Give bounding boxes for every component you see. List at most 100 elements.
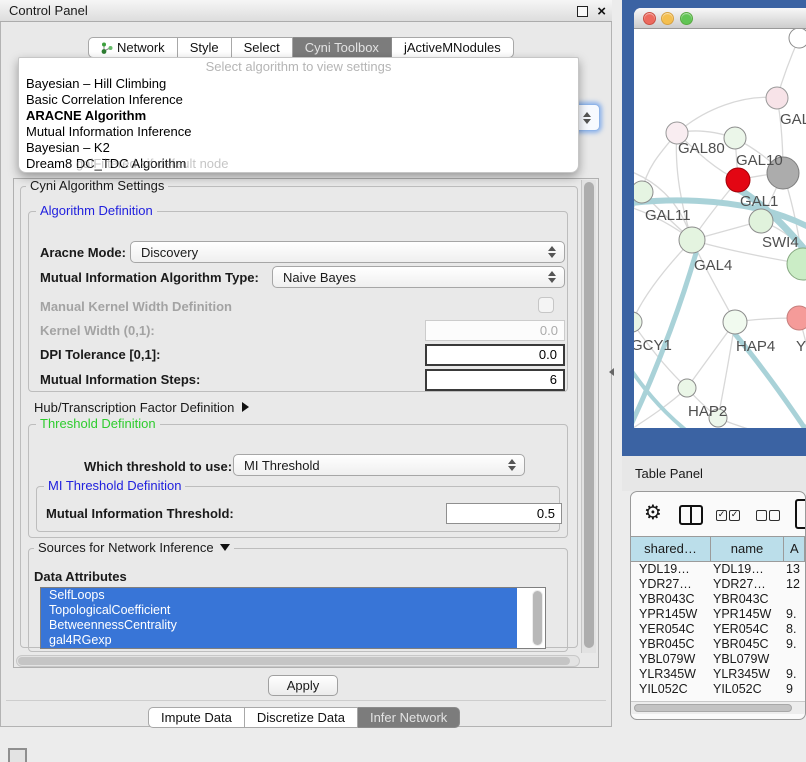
tab-cyni-toolbox[interactable]: Cyni Toolbox	[293, 37, 392, 58]
table-cell[interactable]: YBL079W	[711, 652, 784, 667]
algorithm-option[interactable]: Basic Correlation Inference	[19, 92, 578, 108]
zoom-window-icon[interactable]	[680, 12, 693, 25]
table-cell[interactable]: 12	[784, 577, 805, 592]
mi-threshold-field[interactable]: 0.5	[446, 503, 562, 524]
which-threshold-combo[interactable]: MI Threshold	[233, 454, 525, 476]
table-cell[interactable]: YBR043C	[711, 592, 784, 607]
data-attribute-item[interactable]: BetweennessCentrality	[41, 618, 517, 633]
kernel-width-field[interactable]: 0.0	[425, 320, 565, 341]
tab-style[interactable]: Style	[178, 37, 232, 58]
tab-impute-data[interactable]: Impute Data	[148, 707, 245, 728]
dpi-tolerance-field[interactable]: 0.0	[425, 344, 565, 366]
column-header-clipped[interactable]: A	[784, 537, 805, 561]
data-attribute-item[interactable]: gal4RGexp	[41, 633, 517, 648]
manual-kernel-label: Manual Kernel Width Definition	[40, 299, 232, 314]
network-node[interactable]	[634, 312, 642, 332]
table-cell[interactable]	[784, 592, 805, 607]
algorithm-definition-title: Algorithm Definition	[36, 204, 157, 218]
minimize-window-icon[interactable]	[661, 12, 674, 25]
select-all-checkbox-icon[interactable]: ✓	[716, 510, 727, 521]
docked-panel-icon[interactable]	[8, 748, 27, 762]
table-cell[interactable]: YIL052C	[711, 682, 784, 697]
table-cell[interactable]: YBR045C	[631, 637, 711, 652]
settings-horizontal-scrollbar[interactable]	[16, 655, 580, 667]
aracne-mode-combo[interactable]: Discovery	[130, 241, 565, 263]
network-node[interactable]	[679, 227, 705, 253]
mi-steps-field[interactable]: 6	[425, 369, 565, 391]
table-cell[interactable]: YPR145W	[631, 607, 711, 622]
data-attribute-item[interactable]: TopologicalCoefficient	[41, 603, 517, 618]
manual-kernel-checkbox[interactable]	[538, 297, 554, 313]
network-node[interactable]	[723, 310, 747, 334]
table-cell[interactable]: YIL052C	[631, 682, 711, 697]
tab-jactivemnodules[interactable]: jActiveMNodules	[392, 37, 514, 58]
table-cell[interactable]: YDR27…	[711, 577, 784, 592]
network-node[interactable]	[634, 181, 653, 203]
scrollbar-thumb[interactable]	[584, 182, 594, 648]
tab-select[interactable]: Select	[232, 37, 293, 58]
deselect-all-checkbox-icon[interactable]	[756, 510, 767, 521]
table-cell[interactable]: YDL19…	[631, 562, 711, 577]
table-cell[interactable]: YDL19…	[711, 562, 784, 577]
table-cell[interactable]: YER054C	[631, 622, 711, 637]
network-node[interactable]	[749, 209, 773, 233]
data-attributes-list[interactable]: SelfLoopsTopologicalCoefficientBetweenne…	[40, 587, 546, 649]
table-cell[interactable]: 13	[784, 562, 805, 577]
data-attributes-label: Data Attributes	[34, 569, 127, 584]
export-table-icon[interactable]	[795, 499, 806, 529]
algorithm-option[interactable]: Bayesian – K2	[19, 140, 578, 156]
network-view-window[interactable]: GALGAL80GAL10GAL1GAL11SWI4GAL4GCY1HAP4YH…	[634, 8, 806, 428]
split-columns-icon[interactable]	[679, 505, 703, 525]
network-node[interactable]	[787, 306, 806, 330]
network-node[interactable]	[787, 248, 806, 280]
tab-discretize-data[interactable]: Discretize Data	[245, 707, 358, 728]
table-cell[interactable]: YLR345W	[711, 667, 784, 682]
settings-vertical-scrollbar[interactable]	[581, 180, 596, 653]
algorithm-option[interactable]: ARACNE Algorithm	[19, 108, 578, 124]
deselect-all-checkbox-icon2[interactable]	[769, 510, 780, 521]
gear-icon[interactable]: ⚙	[644, 500, 662, 524]
network-node[interactable]	[766, 87, 788, 109]
network-node[interactable]	[678, 379, 696, 397]
float-panel-icon[interactable]	[577, 6, 588, 17]
table-cell[interactable]: YBR043C	[631, 592, 711, 607]
data-attribute-item[interactable]: SelfLoops	[41, 588, 517, 603]
network-nodes	[634, 29, 806, 427]
scrollbar-thumb[interactable]	[18, 657, 570, 665]
close-panel-icon[interactable]: ×	[597, 1, 606, 22]
network-node[interactable]	[724, 127, 746, 149]
table-cell[interactable]: 9.	[784, 667, 805, 682]
mi-algorithm-type-combo[interactable]: Naive Bayes	[272, 266, 565, 288]
table-cell[interactable]: YER054C	[711, 622, 784, 637]
panel-collapse-arrow[interactable]	[609, 368, 614, 376]
apply-button[interactable]: Apply	[268, 675, 338, 696]
column-header-name[interactable]: name	[711, 537, 784, 561]
algorithm-option[interactable]: Mutual Information Inference	[19, 124, 578, 140]
table-cell[interactable]: 8.	[784, 622, 805, 637]
sources-group-title[interactable]: Sources for Network Inference	[34, 541, 234, 555]
list-vertical-scrollbar[interactable]	[532, 590, 543, 646]
network-window-titlebar[interactable]	[634, 8, 806, 29]
table-cell[interactable]: YBR045C	[711, 637, 784, 652]
network-canvas[interactable]: GALGAL80GAL10GAL1GAL11SWI4GAL4GCY1HAP4YH…	[634, 29, 806, 428]
table-cell[interactable]: YBL079W	[631, 652, 711, 667]
table-cell[interactable]: YPR145W	[711, 607, 784, 622]
tab-network[interactable]: Network	[88, 37, 178, 58]
table-cell[interactable]: 9	[784, 682, 805, 697]
table-horizontal-scrollbar[interactable]	[631, 701, 805, 714]
tab-infer-network[interactable]: Infer Network	[358, 707, 460, 728]
column-header-shared-name[interactable]: shared…	[631, 537, 711, 561]
table-cell[interactable]: YLR345W	[631, 667, 711, 682]
network-node[interactable]	[726, 168, 750, 192]
hub-section-header[interactable]: Hub/Transcription Factor Definition	[34, 400, 249, 415]
scrollbar-thumb[interactable]	[533, 591, 542, 645]
table-cell[interactable]	[784, 652, 805, 667]
close-window-icon[interactable]	[643, 12, 656, 25]
table-cell[interactable]: YDR27…	[631, 577, 711, 592]
table-cell[interactable]: 9.	[784, 637, 805, 652]
table-cell[interactable]: 9.	[784, 607, 805, 622]
scrollbar-thumb[interactable]	[634, 704, 792, 712]
select-all-checkbox-icon2[interactable]: ✓	[729, 510, 740, 521]
network-node[interactable]	[789, 29, 806, 48]
algorithm-option[interactable]: Bayesian – Hill Climbing	[19, 76, 578, 92]
